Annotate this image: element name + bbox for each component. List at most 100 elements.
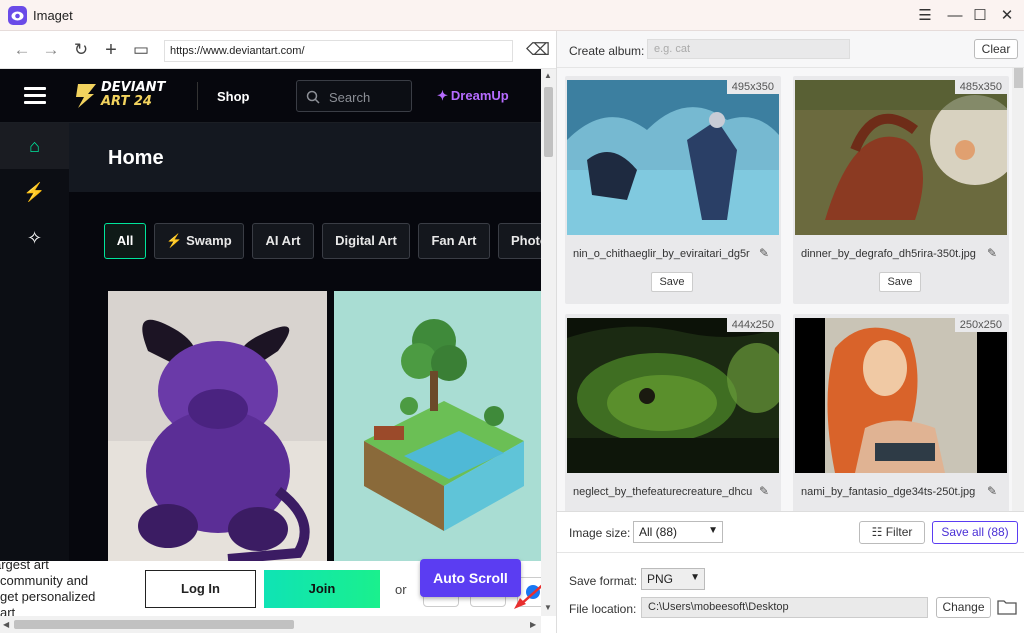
image-dimensions: 250x250 [954, 318, 1007, 332]
url-input[interactable]: https://www.deviantart.com/ [164, 40, 513, 62]
image-filename: nami_by_fantasio_dge34ts-250t.jpg [801, 486, 976, 498]
or-label: or [395, 582, 407, 597]
maximize-icon[interactable]: ☐ [970, 6, 990, 26]
edit-icon[interactable]: ✎ [987, 484, 997, 498]
panel-scrollbar[interactable] [1012, 68, 1024, 511]
image-dimensions: 485x350 [954, 80, 1007, 94]
chip-all[interactable]: All [104, 223, 146, 259]
album-label: Create album: [569, 44, 645, 58]
dreamup-link[interactable]: ✦ DreamUp [437, 88, 509, 104]
chip-digital-art[interactable]: Digital Art [322, 223, 410, 259]
back-icon[interactable]: ← [12, 40, 32, 60]
vertical-scrollbar[interactable]: ▲ ▼ [541, 69, 556, 616]
search-placeholder: Search [329, 90, 371, 105]
menu-icon[interactable]: ☰ [915, 6, 935, 26]
forward-icon[interactable]: → [41, 40, 61, 60]
image-thumbnail[interactable] [567, 80, 779, 235]
image-card[interactable]: 495x350 nin_o_chithaeglir_by_eviraitari_… [565, 76, 781, 304]
app-title: Imaget [33, 8, 73, 23]
logo-text-line1: DEVIANT [101, 80, 166, 95]
magic-wand-icon[interactable]: ✧ [0, 215, 69, 261]
file-location-label: File location: [569, 602, 637, 616]
save-button[interactable]: Save [651, 272, 693, 292]
page-title: Home [108, 147, 164, 169]
minimize-icon[interactable]: — [945, 6, 965, 26]
reload-icon[interactable]: ↻ [71, 40, 91, 60]
album-name-input[interactable]: e.g. cat [647, 39, 850, 59]
scroll-left-icon[interactable]: ◀ [3, 620, 9, 629]
close-icon[interactable]: ✕ [997, 6, 1017, 26]
panel-scrollbar-thumb[interactable] [1014, 68, 1023, 88]
chip-ai-art[interactable]: AI Art [252, 223, 314, 259]
edit-icon[interactable]: ✎ [987, 246, 997, 260]
image-card[interactable]: 444x250 neglect_by_thefeaturecreature_dh… [565, 314, 781, 511]
imaget-panel: Create album: e.g. cat Clear 495x350 nin… [556, 31, 1024, 633]
save-all-button[interactable]: Save all (88) [932, 521, 1018, 544]
image-filename: neglect_by_thefeaturecreature_dhcu [573, 486, 753, 498]
image-thumbnail[interactable] [567, 318, 779, 473]
home-icon[interactable]: ⌂ [0, 123, 69, 169]
search-box[interactable]: Search [296, 80, 412, 112]
change-location-button[interactable]: Change [936, 597, 991, 618]
download-controls: Image size: All (88) ▼ ☷ Filter Save all … [557, 511, 1024, 633]
scroll-down-icon[interactable]: ▼ [544, 603, 552, 612]
deviantart-sidebar: ⌂ ⚡ ✧ [0, 123, 69, 616]
auto-scroll-button[interactable]: Auto Scroll [420, 559, 521, 597]
scroll-up-icon[interactable]: ▲ [544, 71, 552, 80]
search-icon [306, 90, 320, 104]
logo-text-line2: ART 24 [101, 94, 152, 109]
tabs-icon[interactable]: ▭ [131, 40, 151, 60]
browser-viewport: DEVIANT ART 24 Shop Search ✦ DreamUp ⌂ ⚡ … [0, 69, 541, 616]
artwork-thumbnail-plush[interactable] [108, 291, 327, 563]
filter-label: Filter [885, 525, 913, 539]
home-title-bar: Home [69, 123, 541, 192]
save-format-value: PNG [647, 572, 674, 586]
filter-button[interactable]: ☷ Filter [859, 521, 925, 544]
header-divider [197, 82, 198, 110]
deviantart-logo[interactable]: DEVIANT ART 24 [74, 80, 176, 110]
deviantart-logo-icon [76, 84, 96, 108]
join-button[interactable]: Join [264, 570, 380, 608]
scroll-right-icon[interactable]: ▶ [530, 620, 536, 629]
vertical-scrollbar-thumb[interactable] [544, 87, 553, 157]
image-thumbnail[interactable] [795, 318, 1007, 473]
horizontal-scrollbar[interactable]: ◀ ▶ [0, 616, 541, 633]
app-logo-icon [8, 6, 27, 25]
browser-toolbar: ← → ↻ + ▭ https://www.deviantart.com/ ⌫ [0, 31, 556, 69]
chip-swamp[interactable]: ⚡ Swamp [154, 223, 244, 259]
new-tab-icon[interactable]: + [101, 40, 121, 60]
save-format-select[interactable]: PNG ▼ [641, 568, 705, 590]
lightning-icon[interactable]: ⚡ [0, 169, 69, 215]
edit-icon[interactable]: ✎ [759, 484, 769, 498]
shop-link[interactable]: Shop [217, 89, 250, 104]
chip-photo[interactable]: Photo [498, 223, 541, 259]
promo-text: argest art community and get personalize… [0, 557, 96, 616]
save-button[interactable]: Save [879, 272, 921, 292]
horizontal-scrollbar-thumb[interactable] [14, 620, 294, 629]
login-button[interactable]: Log In [145, 570, 256, 608]
image-dimensions: 495x350 [726, 80, 779, 94]
folder-icon[interactable] [997, 598, 1017, 615]
file-location-input[interactable]: C:\Users\mobeesoft\Desktop [641, 597, 928, 618]
image-size-select[interactable]: All (88) ▼ [633, 521, 723, 543]
image-grid: 495x350 nin_o_chithaeglir_by_eviraitari_… [557, 68, 1024, 511]
chevron-down-icon: ▼ [708, 525, 718, 536]
edit-icon[interactable]: ✎ [759, 246, 769, 260]
sparkle-icon: ✦ [437, 88, 448, 103]
red-arrow-annotation [514, 584, 541, 609]
deviantart-header: DEVIANT ART 24 Shop Search ✦ DreamUp [0, 69, 541, 123]
clear-cache-icon[interactable]: ⌫ [526, 40, 550, 60]
chip-swamp-label: Swamp [186, 233, 232, 248]
chevron-down-icon: ▼ [690, 572, 700, 583]
image-card[interactable]: 485x350 dinner_by_degrafo_dh5rira-350t.j… [793, 76, 1009, 304]
chip-fan-art[interactable]: Fan Art [418, 223, 490, 259]
lightning-icon: ⚡ [166, 233, 183, 248]
clear-button[interactable]: Clear [974, 39, 1018, 59]
image-filename: dinner_by_degrafo_dh5rira-350t.jpg [801, 248, 976, 260]
image-card[interactable]: 250x250 nami_by_fantasio_dge34ts-250t.jp… [793, 314, 1009, 511]
image-thumbnail[interactable] [795, 80, 1007, 235]
dreamup-label: DreamUp [450, 88, 509, 103]
image-size-value: All (88) [639, 525, 678, 539]
artwork-thumbnail-pixel-island[interactable] [334, 291, 541, 563]
hamburger-menu-icon[interactable] [24, 87, 46, 105]
